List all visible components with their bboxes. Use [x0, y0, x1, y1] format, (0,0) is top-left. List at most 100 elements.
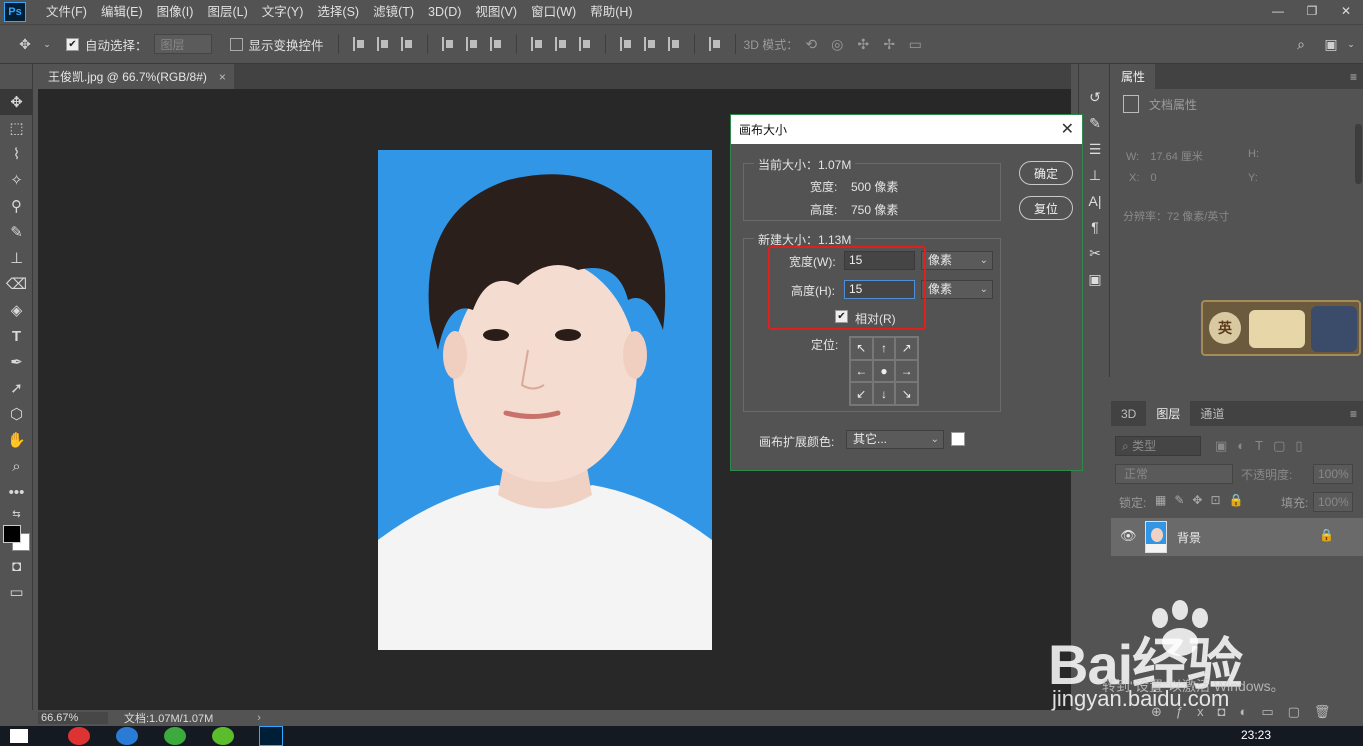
menu-image[interactable]: 图像(I) — [151, 0, 202, 24]
more-tools-icon[interactable]: ••• — [0, 479, 33, 505]
anchor-bottom-icon[interactable]: ↓ — [872, 382, 896, 405]
move-tool-icon[interactable]: ✥ — [0, 89, 33, 115]
width-unit-select[interactable]: 像素 ⌄ — [921, 251, 993, 270]
menu-window[interactable]: 窗口(W) — [525, 0, 584, 24]
document-tab[interactable]: 王俊凯.jpg @ 66.7%(RGB/8#) × — [38, 64, 234, 89]
distribute-hcenter-icon[interactable] — [643, 37, 656, 51]
menu-help[interactable]: 帮助(H) — [584, 0, 640, 24]
workspace-icon[interactable]: ▣ — [1320, 36, 1342, 53]
brush-settings-icon[interactable]: ✎ — [1079, 110, 1111, 136]
lock-icons[interactable]: ▦✎✥⊡🔒 — [1155, 493, 1251, 507]
chevron-down-icon[interactable]: ⌄ — [1344, 39, 1358, 50]
distribute-left-icon[interactable] — [619, 37, 632, 51]
search-icon[interactable]: ⌕ — [1290, 36, 1312, 53]
pen-tool-icon[interactable]: ✒ — [0, 349, 33, 375]
extension-color-select[interactable]: 其它... ⌄ — [846, 430, 944, 449]
foreground-color-swatch[interactable] — [3, 525, 21, 543]
quick-mask-icon[interactable]: ◘ — [0, 553, 33, 579]
height-unit-select[interactable]: 像素 ⌄ — [921, 280, 993, 299]
visibility-eye-icon[interactable]: 👁 — [1120, 528, 1137, 544]
screen-mode-icon[interactable]: ▭ — [0, 579, 33, 605]
3d-pan-icon[interactable]: ✣ — [850, 36, 876, 53]
auto-align-icon[interactable] — [708, 37, 721, 51]
tab-channels[interactable]: 通道 — [1190, 401, 1234, 426]
menu-view[interactable]: 视图(V) — [469, 0, 525, 24]
tab-layers[interactable]: 图层 — [1146, 401, 1191, 426]
photoshop-logo-icon[interactable]: Ps — [4, 2, 26, 22]
3d-orbit-icon[interactable]: ⟲ — [798, 36, 824, 53]
eyedropper-icon[interactable]: ⚲ — [0, 193, 33, 219]
close-tab-icon[interactable]: × — [219, 70, 226, 84]
anchor-top-icon[interactable]: ↑ — [872, 337, 896, 360]
menu-file[interactable]: 文件(F) — [40, 0, 95, 24]
show-transform-checkbox[interactable] — [229, 37, 243, 51]
menu-edit[interactable]: 编辑(E) — [95, 0, 151, 24]
w-value[interactable]: 17.64 厘米 — [1150, 151, 1203, 163]
dialog-close-icon[interactable]: ✕ — [1061, 119, 1074, 139]
distribute-bottom-icon[interactable] — [578, 37, 591, 51]
auto-select-target-dropdown[interactable]: 图层 — [153, 34, 212, 54]
align-vcenter-icon[interactable] — [376, 37, 389, 51]
anchor-left-icon[interactable]: ← — [850, 359, 873, 383]
align-top-icon[interactable] — [352, 37, 365, 51]
3d-camera-icon[interactable]: ▭ — [902, 36, 928, 53]
anchor-bottom-right-icon[interactable]: ↘ — [895, 382, 918, 405]
windows-start-icon[interactable] — [10, 729, 28, 743]
adjustments-icon[interactable]: ☰ — [1079, 136, 1111, 162]
app-icon[interactable] — [164, 727, 186, 745]
fill-value[interactable]: 100% — [1313, 492, 1353, 512]
clone-source-icon[interactable]: ⊥ — [1079, 162, 1111, 188]
marquee-tool-icon[interactable]: ⬚ — [0, 115, 33, 141]
move-tool-icon[interactable]: ✥ — [10, 36, 40, 53]
menu-filter[interactable]: 滤镜(T) — [367, 0, 422, 24]
brush-tool-icon[interactable]: ✎ — [0, 219, 33, 245]
menu-select[interactable]: 选择(S) — [311, 0, 367, 24]
anchor-right-icon[interactable]: → — [895, 359, 918, 383]
chrome-icon[interactable] — [68, 727, 90, 745]
paragraph-icon[interactable]: ¶ — [1079, 214, 1111, 240]
hand-tool-icon[interactable]: ✋ — [0, 427, 33, 453]
align-right-icon[interactable] — [489, 37, 502, 51]
anchor-top-left-icon[interactable]: ↖ — [850, 337, 873, 360]
align-left-icon[interactable] — [441, 37, 454, 51]
minimize-icon[interactable]: ― — [1261, 0, 1295, 22]
anchor-center-icon[interactable]: ● — [872, 359, 896, 383]
layer-filter-icons[interactable]: ▣◐T▢▯ — [1215, 438, 1313, 454]
magic-wand-icon[interactable]: ✧ — [0, 167, 33, 193]
color-swatches[interactable] — [0, 523, 33, 553]
distribute-top-icon[interactable] — [530, 37, 543, 51]
menu-layer[interactable]: 图层(L) — [201, 0, 255, 24]
clock[interactable]: 23:23 — [1241, 728, 1271, 742]
3d-slide-icon[interactable]: ✢ — [876, 36, 902, 53]
zoom-level[interactable]: 66.67% — [38, 712, 108, 724]
stamp-tool-icon[interactable]: ⊥ — [0, 245, 33, 271]
character-icon[interactable]: A| — [1079, 188, 1111, 214]
layer-row[interactable]: 👁 背景 🔒 — [1111, 518, 1363, 556]
menu-type[interactable]: 文字(Y) — [256, 0, 312, 24]
layer-comps-icon[interactable]: ▣ — [1079, 266, 1111, 292]
browser-icon[interactable] — [116, 727, 138, 745]
auto-select-checkbox[interactable]: ✔ — [66, 37, 79, 51]
distribute-right-icon[interactable] — [667, 37, 680, 51]
align-bottom-icon[interactable] — [400, 37, 413, 51]
wechat-icon[interactable] — [212, 727, 234, 745]
shape-tool-icon[interactable]: ⬡ — [0, 401, 33, 427]
photoshop-taskbar-icon[interactable] — [259, 726, 283, 746]
lasso-tool-icon[interactable]: ⌇ — [0, 141, 33, 167]
anchor-top-right-icon[interactable]: ↗ — [895, 337, 918, 360]
align-hcenter-icon[interactable] — [465, 37, 478, 51]
history-icon[interactable]: ↺ — [1079, 84, 1111, 110]
panel-menu-icon[interactable]: ≡ — [1350, 407, 1357, 421]
blend-mode-dropdown[interactable]: 正常 — [1115, 464, 1233, 484]
panel-scrollbar[interactable] — [1355, 124, 1362, 184]
extension-color-swatch[interactable] — [951, 432, 965, 446]
tool-presets-icon[interactable]: ✂ — [1079, 240, 1111, 266]
restore-icon[interactable]: ❐ — [1295, 0, 1329, 22]
swap-colors-icon[interactable]: ⇆ — [0, 505, 33, 523]
status-menu-arrow-icon[interactable]: › — [257, 712, 261, 724]
eraser-tool-icon[interactable]: ⌫ — [0, 271, 33, 297]
x-value[interactable]: 0 — [1150, 172, 1156, 184]
panel-menu-icon[interactable]: ≡ — [1350, 70, 1357, 84]
paint-bucket-icon[interactable]: ◈ — [0, 297, 33, 323]
3d-roll-icon[interactable]: ◎ — [824, 36, 850, 53]
